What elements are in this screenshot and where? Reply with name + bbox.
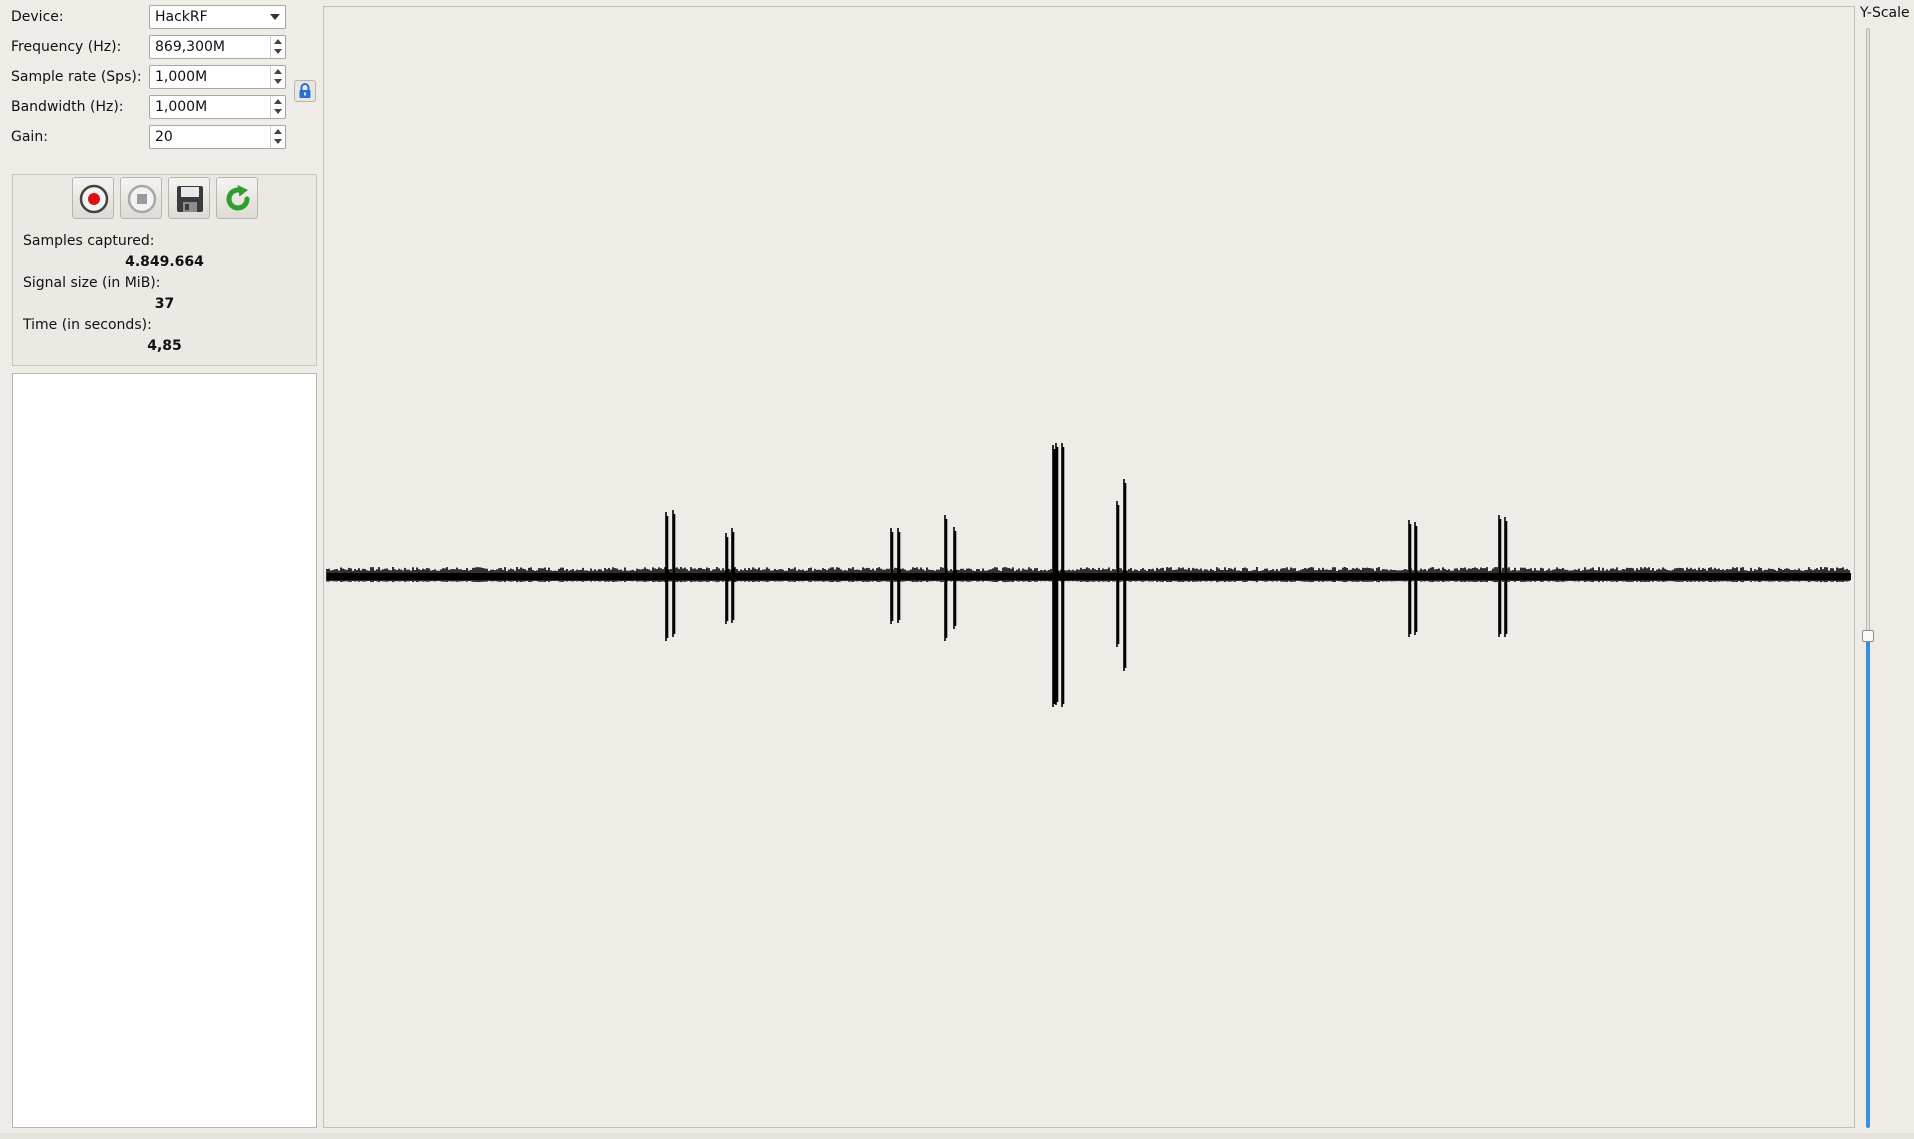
arrow-down-icon[interactable] (274, 109, 282, 114)
chevron-down-icon (270, 14, 280, 20)
arrow-up-icon[interactable] (274, 129, 282, 134)
arrow-up-icon[interactable] (274, 39, 282, 44)
sample-rate-value: 1,000M (155, 69, 208, 85)
sample-rate-stepper[interactable] (270, 66, 285, 88)
save-icon (177, 186, 203, 212)
frequency-spinbox[interactable]: 869,300M (149, 35, 286, 59)
sample-rate-label: Sample rate (Sps): (11, 69, 142, 85)
bandwidth-stepper[interactable] (270, 96, 285, 118)
gain-value: 20 (155, 129, 173, 145)
capture-panel: Samples captured: 4.849.664 Signal size … (12, 174, 317, 366)
bandwidth-spinbox[interactable]: 1,000M (149, 95, 286, 119)
yscale-slider-handle[interactable] (1862, 630, 1874, 642)
frequency-stepper[interactable] (270, 36, 285, 58)
refresh-button[interactable] (216, 177, 258, 219)
left-panel: Device: HackRF Frequency (Hz): 869,300M … (0, 0, 322, 1139)
signal-plot[interactable] (323, 6, 1855, 1128)
device-select[interactable]: HackRF (149, 5, 286, 29)
yscale-slider-track[interactable] (1866, 28, 1870, 635)
signal-size-value: 37 (154, 296, 175, 312)
gain-row: Gain: 20 (11, 125, 321, 151)
time-value: 4,85 (147, 338, 182, 354)
gain-spinbox[interactable]: 20 (149, 125, 286, 149)
lock-icon (299, 83, 311, 98)
arrow-up-icon[interactable] (274, 99, 282, 104)
arrow-down-icon[interactable] (274, 49, 282, 54)
sample-rate-spinbox[interactable]: 1,000M (149, 65, 286, 89)
signal-size-label: Signal size (in MiB): (23, 275, 161, 291)
save-button[interactable] (168, 177, 210, 219)
device-label: Device: (11, 9, 64, 25)
frequency-label: Frequency (Hz): (11, 39, 122, 55)
record-button[interactable] (72, 177, 114, 219)
window-bottom-edge (0, 1133, 1914, 1139)
arrow-down-icon[interactable] (274, 79, 282, 84)
yscale-label: Y-Scale (1860, 5, 1910, 21)
frequency-row: Frequency (Hz): 869,300M (11, 35, 321, 61)
gain-stepper[interactable] (270, 126, 285, 148)
arrow-down-icon[interactable] (274, 139, 282, 144)
samples-captured-label: Samples captured: (23, 233, 155, 249)
device-row: Device: HackRF (11, 5, 321, 31)
gain-label: Gain: (11, 129, 48, 145)
bandwidth-value: 1,000M (155, 99, 208, 115)
bandwidth-row: Bandwidth (Hz): 1,000M (11, 95, 321, 121)
link-bandwidth-lock-button[interactable] (294, 80, 316, 102)
signal-waveform (326, 443, 1851, 707)
arrow-up-icon[interactable] (274, 69, 282, 74)
samples-captured-value: 4.849.664 (125, 254, 204, 270)
stop-icon (127, 184, 157, 214)
time-label: Time (in seconds): (23, 317, 152, 333)
sample-rate-row: Sample rate (Sps): 1,000M (11, 65, 321, 91)
record-icon (79, 184, 109, 214)
device-value: HackRF (155, 9, 208, 25)
bandwidth-label: Bandwidth (Hz): (11, 99, 124, 115)
frequency-value: 869,300M (155, 39, 225, 55)
yscale-slider-fill[interactable] (1866, 637, 1870, 1128)
refresh-icon (226, 185, 250, 211)
stop-button[interactable] (120, 177, 162, 219)
message-list[interactable] (12, 373, 317, 1128)
